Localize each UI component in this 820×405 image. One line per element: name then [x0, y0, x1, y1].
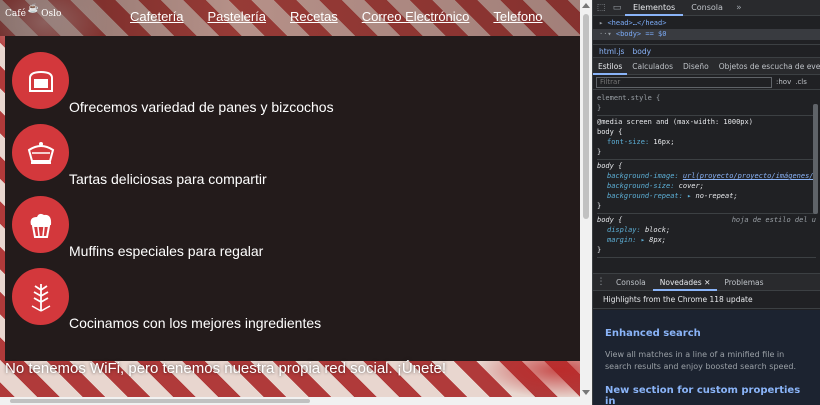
tab-event-listeners[interactable]: Objetos de escucha de event — [714, 58, 820, 75]
styles-scrollbar-thumb[interactable] — [813, 104, 818, 214]
drawer-tabbar: ⋮ Consola Novedades ✕ Problemas — [593, 274, 820, 291]
feature-text: Tartas deliciosas para compartir — [69, 171, 267, 187]
tab-elementos[interactable]: Elementos — [625, 0, 684, 16]
hscrollbar-thumb[interactable] — [10, 399, 310, 403]
muffin-icon — [30, 213, 51, 238]
wheat-icon — [31, 283, 50, 312]
nav-link-telefono[interactable]: Telefono — [493, 9, 542, 24]
feature-icon-circle — [12, 124, 69, 181]
rule-body-background: body { background-image: url(proyecto/pr… — [597, 160, 816, 214]
features-panel: Ofrecemos variedad de panes y bizcochos … — [5, 36, 580, 361]
tab-consola[interactable]: Consola — [683, 0, 731, 16]
highlights-heading: Highlights from the Chrome 118 update — [593, 291, 820, 309]
cls-toggle[interactable]: .cls — [795, 78, 807, 86]
breadcrumb: html.js body — [593, 44, 820, 58]
drawer-tab-novedades[interactable]: Novedades ✕ — [652, 274, 718, 291]
logo-text-2: Oslo — [41, 9, 62, 19]
feature-item: Tartas deliciosas para compartir — [12, 124, 267, 187]
nav-link-recetas[interactable]: Recetas — [290, 9, 338, 24]
tab-diseno[interactable]: Diseño — [678, 58, 714, 75]
nav-link-correo[interactable]: Correo Electrónico — [362, 9, 470, 24]
filter-input[interactable] — [596, 76, 772, 88]
more-tabs-icon[interactable]: » — [731, 0, 747, 16]
page-vertical-scrollbar[interactable] — [580, 0, 592, 405]
nav-link-pasteleria[interactable]: Pastelería — [207, 9, 266, 24]
feature-item: Muffins especiales para regalar — [12, 196, 263, 259]
site-logo[interactable]: Café ☕ Oslo — [5, 4, 62, 19]
feature-icon-circle — [12, 52, 69, 109]
feature-item: Cocinamos con los mejores ingredientes — [12, 268, 321, 331]
css-rules: element.style { } @media screen and (max… — [593, 90, 820, 260]
nav-link-cafeteria[interactable]: Cafetería — [130, 9, 183, 24]
social-network-message: No tenemos WiFi, pero tenemos nuestra pr… — [5, 360, 447, 377]
rule-media-body: @media screen and (max-width: 1000px) bo… — [597, 116, 816, 160]
news-title[interactable]: Enhanced search — [605, 328, 809, 339]
coffee-cup-icon: ☕ — [27, 4, 40, 14]
styles-subtabs: Estilos Calculados Diseño Objetos de esc… — [593, 58, 820, 75]
cake-icon — [27, 141, 54, 164]
feature-icon-circle — [12, 268, 69, 325]
website-viewport: Café ☕ Oslo Cafetería Pastelería Recetas… — [0, 0, 592, 405]
tab-calculados[interactable]: Calculados — [627, 58, 678, 75]
close-icon[interactable]: ✕ — [704, 278, 710, 287]
tab-estilos[interactable]: Estilos — [593, 58, 628, 75]
drawer-tab-consola[interactable]: Consola — [609, 274, 653, 291]
dom-tree: ▸ <head>…</head> ··▾ <body> == $0 — [593, 16, 820, 40]
bread-icon — [28, 70, 53, 92]
devtools-tabbar: ⬚ ▭ Elementos Consola » — [593, 0, 820, 16]
hov-toggle[interactable]: :hov — [776, 78, 791, 86]
dom-node-body[interactable]: ··▾ <body> == $0 — [593, 29, 820, 40]
feature-text: Ofrecemos variedad de panes y bizcochos — [69, 99, 334, 115]
scrollbar-thumb[interactable] — [583, 14, 589, 219]
dom-node-head[interactable]: ▸ <head>…</head> — [599, 18, 820, 29]
scroll-down-arrow-icon[interactable] — [582, 390, 590, 395]
feature-text: Muffins especiales para regalar — [69, 243, 264, 259]
styles-filter-row: :hov .cls — [593, 75, 820, 90]
feature-text: Cocinamos con los mejores ingredientes — [69, 315, 322, 331]
drawer-menu-icon[interactable]: ⋮ — [593, 274, 609, 290]
drawer-tab-problemas[interactable]: Problemas — [717, 274, 770, 291]
styles-scrollbar[interactable] — [811, 94, 819, 224]
whats-new-content: Enhanced search View all matches in a li… — [593, 310, 820, 405]
rule-body-useragent: body { hoja de estilo del u display: blo… — [597, 214, 816, 258]
feature-icon-circle — [12, 196, 69, 253]
devtools-drawer: ⋮ Consola Novedades ✕ Problemas Highligh… — [593, 273, 820, 405]
page-horizontal-scrollbar[interactable] — [0, 397, 580, 405]
rule-element-style: element.style { } — [597, 92, 816, 116]
device-toggle-icon[interactable]: ▭ — [609, 0, 625, 16]
crumb-html[interactable]: html.js — [599, 47, 624, 56]
news-body: View all matches in a line of a minified… — [605, 350, 796, 371]
logo-text: Café — [5, 9, 26, 19]
feature-item: Ofrecemos variedad de panes y bizcochos — [12, 52, 334, 115]
news-title[interactable]: New section for custom properties in — [605, 385, 809, 405]
devtools-panel: ⬚ ▭ Elementos Consola » ▸ <head>…</head>… — [592, 0, 820, 405]
scroll-up-arrow-icon[interactable] — [582, 3, 590, 8]
crumb-body[interactable]: body — [632, 47, 651, 56]
main-nav: Cafetería Pastelería Recetas Correo Elec… — [130, 9, 543, 24]
inspect-element-icon[interactable]: ⬚ — [593, 0, 609, 16]
